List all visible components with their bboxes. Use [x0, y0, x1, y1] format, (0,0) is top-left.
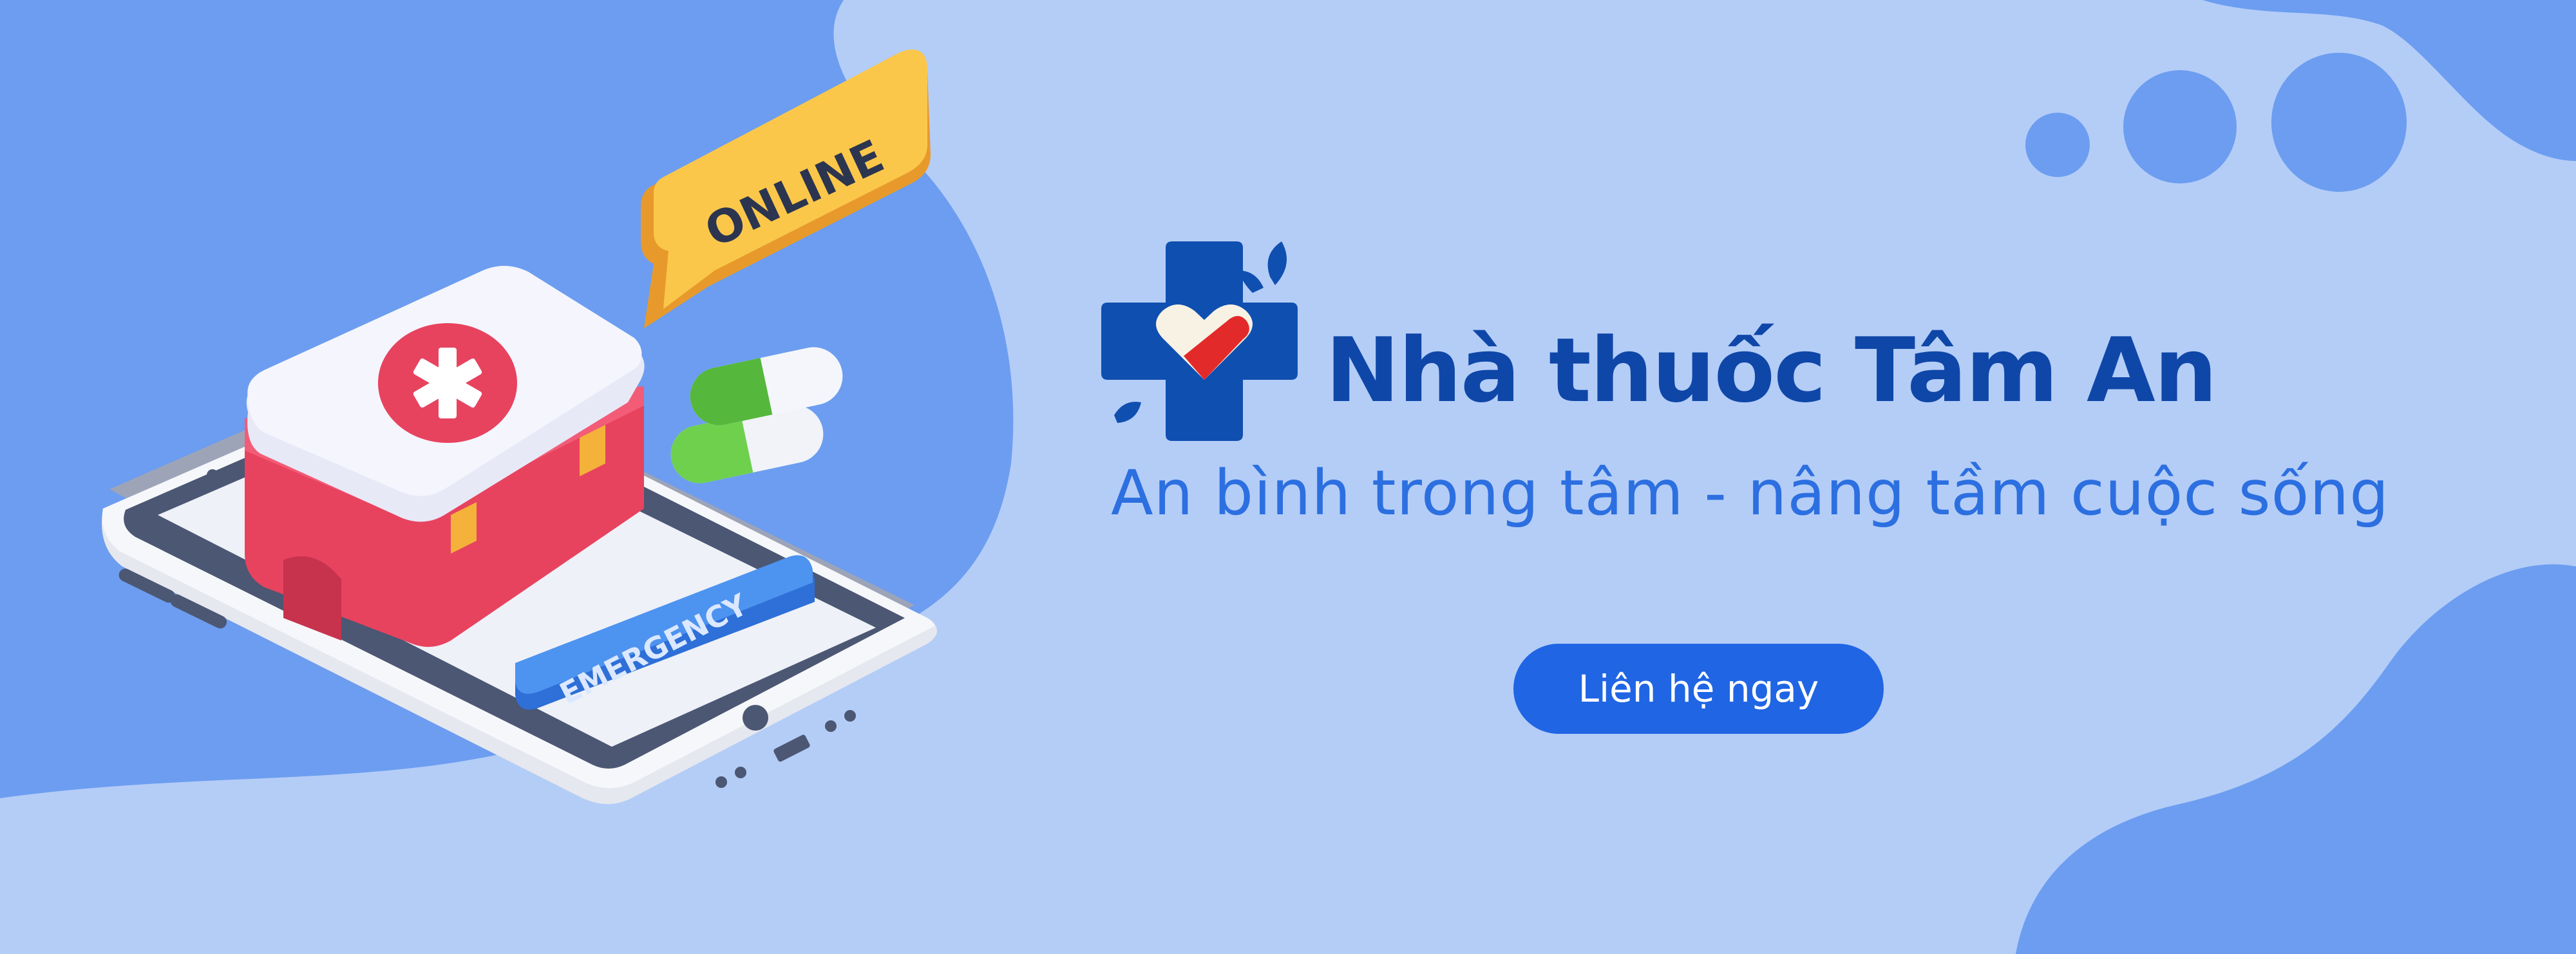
hero-banner: EMERGENCY ONLINE Nhà thuốc Tâm An An bìn… [0, 0, 2576, 954]
decor-circle-large [2271, 53, 2407, 192]
bottom-right-blob [2016, 564, 2576, 954]
speech-bubble-icon: ONLINE [641, 50, 931, 328]
decor-circle-medium [2123, 70, 2237, 183]
capsule-icon [670, 347, 843, 483]
contact-now-button[interactable]: Liên hệ ngay [1513, 644, 1884, 734]
brand-slogan: An bình trong tâm - nâng tầm cuộc sống [1111, 457, 2390, 529]
decor-circle-small [2025, 113, 2090, 177]
brand-block: Nhà thuốc Tâm An [1101, 241, 2576, 447]
medical-cross-heart-logo-icon [1101, 241, 1298, 441]
pharmacy-illustration: EMERGENCY ONLINE [102, 50, 937, 804]
brand-name: Nhà thuốc Tâm An [1325, 319, 2217, 422]
